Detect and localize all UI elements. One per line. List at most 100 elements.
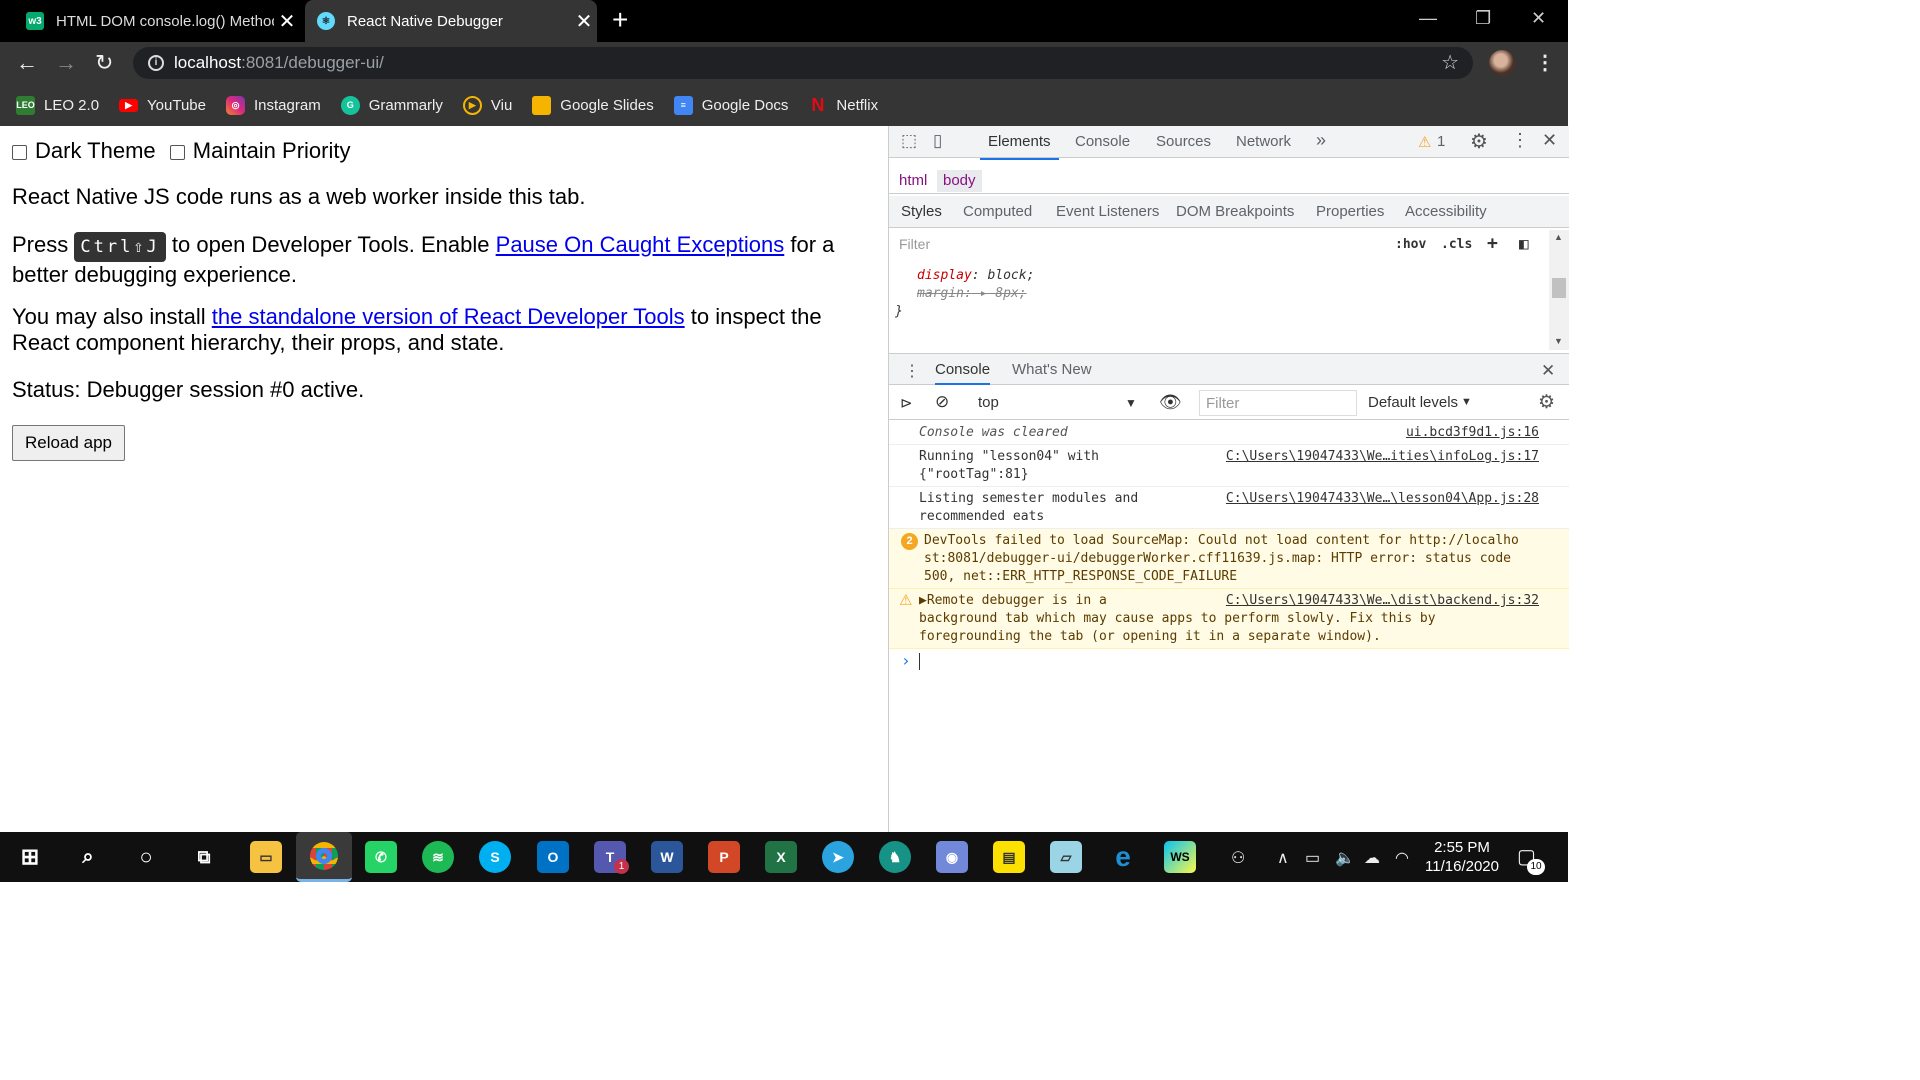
sticky-notes-icon[interactable]: ▤ [993,841,1025,873]
powerpoint-icon[interactable]: P [708,841,740,873]
bookmark-star-icon[interactable]: ☆ [1441,50,1459,75]
console-settings-icon[interactable]: ⚙ [1538,391,1555,414]
settings-gear-icon[interactable]: ⚙ [1470,129,1488,154]
bookmark-google-docs[interactable]: ≡ Google Docs [673,95,788,115]
tab-dom-breakpoints[interactable]: DOM Breakpoints [1176,203,1294,220]
task-view-icon[interactable]: ⧉ [188,841,220,873]
scroll-up-icon[interactable]: ▲ [1554,232,1563,242]
tab-sources[interactable]: Sources [1156,133,1211,150]
react-devtools-link[interactable]: the standalone version of React Develope… [212,304,685,329]
tab-network[interactable]: Network [1236,133,1291,150]
css-display-line[interactable]: display: block; [917,268,1034,283]
pause-on-caught-exceptions-link[interactable]: Pause On Caught Exceptions [496,232,785,257]
tab-elements[interactable]: Elements [980,133,1059,160]
breadcrumb-html[interactable]: html [899,172,927,189]
close-tab-icon[interactable]: ✕ [274,9,300,34]
chrome-icon[interactable] [296,832,352,882]
message-source-link[interactable]: C:\Users\19047433\We…\lesson04\App.js:28 [1226,490,1539,508]
info-icon[interactable]: i [148,55,164,71]
close-window-button[interactable]: ✕ [1531,8,1546,29]
wifi-icon[interactable]: ◠ [1395,848,1409,868]
reload-button[interactable]: ↻ [95,50,113,76]
onedrive-icon[interactable]: ☁ [1364,848,1380,868]
bookmark-youtube[interactable]: ▶ YouTube [119,97,206,114]
tab-computed[interactable]: Computed [963,203,1032,220]
search-icon[interactable]: ⌕ [72,841,104,873]
restore-button[interactable]: ❐ [1475,8,1491,29]
file-explorer-icon[interactable]: ▭ [250,841,282,873]
whatsapp-icon[interactable]: ✆ [365,841,397,873]
new-style-rule-icon[interactable]: + [1487,233,1498,254]
css-margin-line[interactable]: margin: ▸ 8px; [917,286,1027,301]
styles-scrollbar[interactable]: ▲ ▼ [1549,230,1569,350]
show-hidden-icons-chevron[interactable]: ∧ [1277,848,1289,868]
warning-icon[interactable]: ⚠ [1418,133,1431,151]
outlook-icon[interactable]: O [537,841,569,873]
devtools-menu-icon[interactable]: ⋮ [1511,130,1529,151]
drawer-menu-icon[interactable]: ⋮ [904,361,920,381]
people-icon[interactable]: ⚇ [1231,848,1245,868]
message-source-link[interactable]: C:\Users\19047433\We…\dist\backend.js:32 [1225,592,1539,610]
inspect-element-icon[interactable]: ⬚ [901,131,917,151]
chevron-down-icon[interactable]: ▼ [1461,396,1472,408]
toggle-sidebar-icon[interactable]: ◧ [1519,234,1529,253]
bookmark-grammarly[interactable]: G Grammarly [340,95,443,115]
gitkraken-icon[interactable]: ♞ [879,841,911,873]
drawer-tab-whats-new[interactable]: What's New [1012,361,1092,378]
battery-icon[interactable]: ▭ [1305,848,1320,868]
new-tab-button[interactable]: + [612,6,628,34]
styles-filter-input[interactable]: Filter [899,236,930,252]
reload-app-button[interactable]: Reload app [12,425,125,461]
tab-properties[interactable]: Properties [1316,203,1384,220]
notepad-icon[interactable]: ▱ [1050,841,1082,873]
console-filter-input[interactable]: Filter [1199,390,1357,416]
dark-theme-checkbox[interactable] [12,144,27,160]
minimize-button[interactable]: — [1419,8,1437,29]
maintain-priority-checkbox[interactable] [169,144,185,160]
tab-console[interactable]: Console [1075,133,1130,150]
windows-start-icon[interactable]: ⊞ [14,841,46,873]
device-toolbar-icon[interactable]: ▯ [933,131,942,151]
breadcrumb-body[interactable]: body [937,170,982,192]
close-drawer-icon[interactable]: ✕ [1541,361,1555,381]
bookmark-leo[interactable]: LEO LEO 2.0 [16,95,99,115]
scroll-down-icon[interactable]: ▼ [1554,336,1563,346]
volume-icon[interactable]: 🔈 [1335,848,1355,868]
browser-tab-w3schools[interactable]: w3 HTML DOM console.log() Method ✕ [14,0,300,42]
address-bar[interactable]: i localhost:8081/debugger-ui/ ☆ [133,47,1473,79]
console-input[interactable] [919,653,920,670]
live-expression-eye-icon[interactable]: 👁 [1159,392,1182,413]
back-button[interactable]: ← [16,50,38,76]
chevron-down-icon[interactable]: ▼ [1125,396,1137,410]
console-prompt-row[interactable]: › [889,649,1569,673]
close-devtools-icon[interactable]: ✕ [1542,130,1557,151]
bookmark-viu[interactable]: ▶ Viu [462,95,512,115]
profile-avatar[interactable] [1489,50,1515,76]
message-source-link[interactable]: C:\Users\19047433\We…ities\infoLog.js:17 [1226,448,1539,466]
browser-menu-icon[interactable]: ⋮ [1535,50,1555,75]
message-source-link[interactable]: ui.bcd3f9d1.js:16 [1406,424,1539,442]
tab-accessibility[interactable]: Accessibility [1405,203,1487,220]
skype-icon[interactable]: S [479,841,511,873]
context-selector[interactable]: top [978,394,999,411]
discord-icon[interactable]: ◉ [936,841,968,873]
webstorm-icon[interactable]: WS [1164,841,1196,873]
tab-styles[interactable]: Styles [901,203,942,220]
more-tabs-icon[interactable]: » [1316,130,1326,151]
tab-event-listeners[interactable]: Event Listeners [1056,203,1159,220]
cortana-icon[interactable]: ○ [130,841,162,873]
bookmark-netflix[interactable]: N Netflix [808,95,878,115]
taskbar-clock[interactable]: 2:55 PM 11/16/2020 [1420,838,1504,876]
telegram-icon[interactable]: ➤ [822,841,854,873]
spotify-icon[interactable]: ≋ [422,841,454,873]
browser-tab-react-native-debugger[interactable]: ⚛ React Native Debugger ✕ [305,0,597,42]
forward-button[interactable]: → [55,50,77,76]
close-tab-icon[interactable]: ✕ [571,9,597,34]
excel-icon[interactable]: X [765,841,797,873]
log-levels-dropdown[interactable]: Default levels [1368,394,1458,411]
scroll-thumb[interactable] [1552,278,1566,298]
hov-toggle[interactable]: :hov [1395,237,1426,252]
clear-console-icon[interactable]: ⊘ [935,392,949,412]
show-sidebar-icon[interactable]: ⊳ [900,394,913,412]
bookmark-instagram[interactable]: ◎ Instagram [226,95,321,115]
